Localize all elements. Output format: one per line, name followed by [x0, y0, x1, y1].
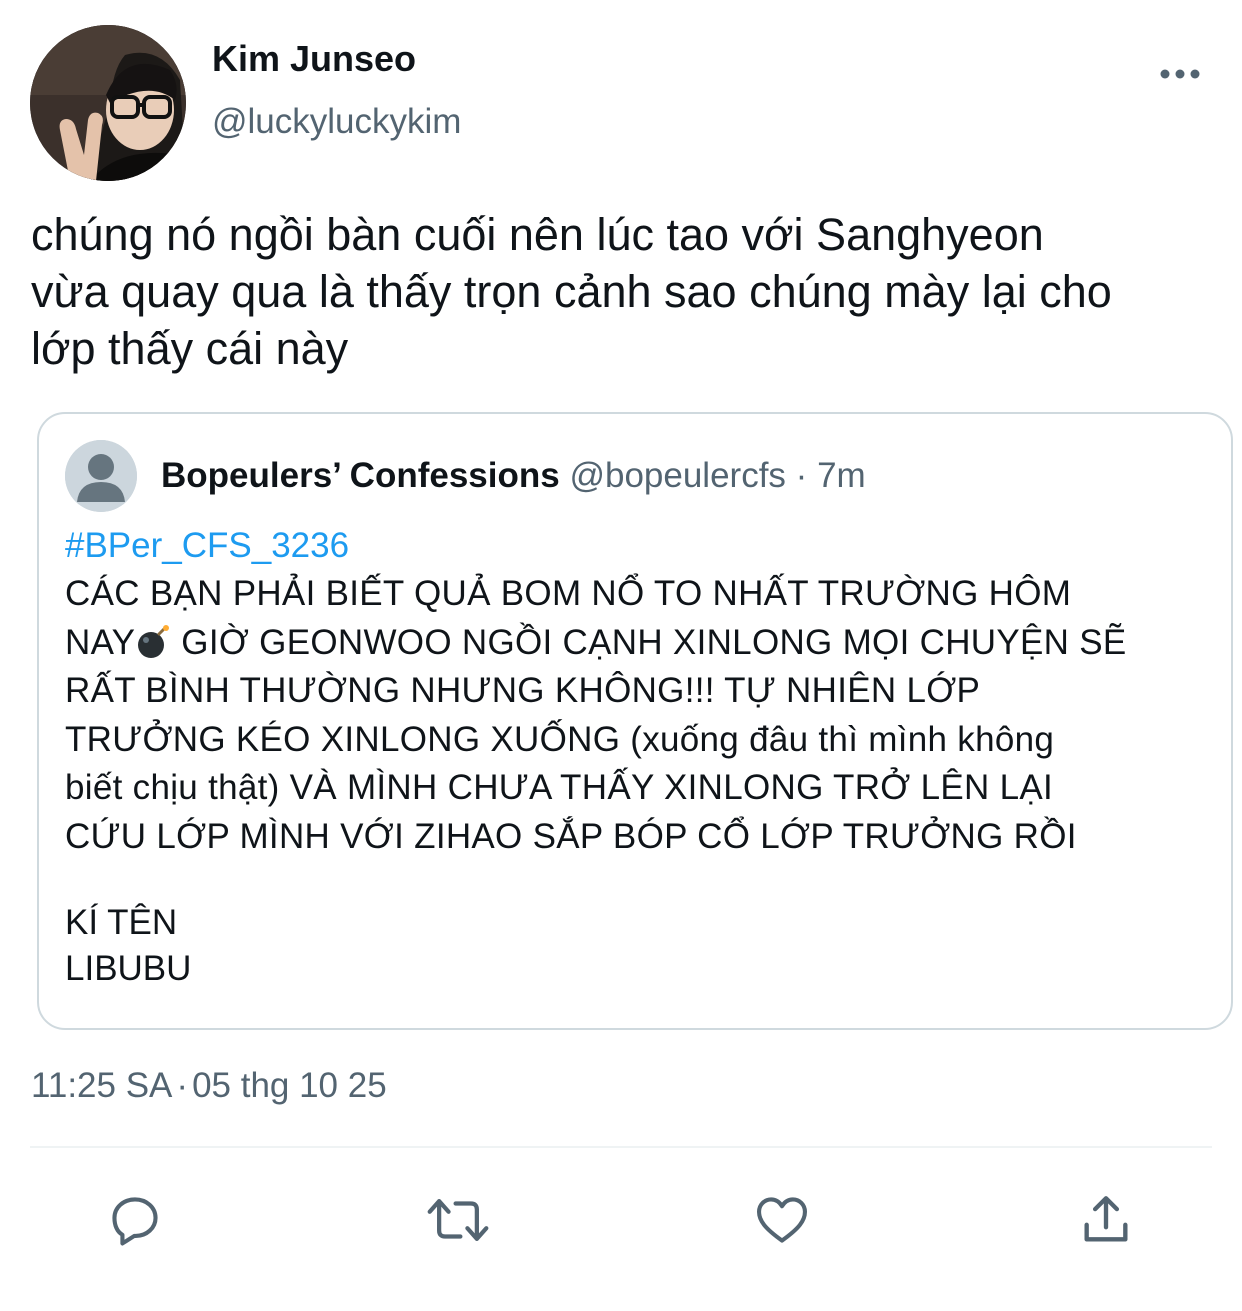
- tweet-timestamp[interactable]: 11:25 SA · 05 thg 10 25: [31, 1066, 387, 1106]
- author-avatar[interactable]: [30, 25, 186, 181]
- quoted-tweet-line: CÁC BẠN PHẢI BIẾT QUẢ BOM NỔ TO NHẤT TRƯ…: [65, 574, 1072, 613]
- quoted-tweet-body: CÁC BẠN PHẢI BIẾT QUẢ BOM NỔ TO NHẤT TRƯ…: [65, 570, 1205, 861]
- reply-icon: [112, 1197, 158, 1246]
- reply-button[interactable]: [100, 1185, 170, 1255]
- share-button[interactable]: [1071, 1185, 1141, 1255]
- divider: [30, 1146, 1212, 1148]
- timestamp-time: 11:25 SA: [31, 1066, 173, 1105]
- retweet-button[interactable]: [423, 1185, 493, 1255]
- quoted-tweet-text-segment: NAY: [65, 622, 136, 662]
- quoted-author-name[interactable]: Bopeulers’ Confessions: [161, 456, 560, 495]
- signature-name: LIBUBU: [65, 949, 192, 988]
- more-button[interactable]: [1150, 52, 1210, 96]
- heart-icon: [756, 1197, 808, 1243]
- quoted-tweet-line: RẤT BÌNH THƯỜNG NHƯNG KHÔNG!!! TỰ NHIÊN …: [65, 671, 981, 710]
- default-avatar-icon: [65, 440, 137, 512]
- tweet-text: chúng nó ngồi bàn cuối nên lúc tao với S…: [31, 209, 1112, 374]
- quoted-tweet-line: NAY GIỜ GEONWOO NGỒI CẠNH XINLONG MỌI CH…: [65, 619, 1205, 668]
- quoted-header-separator: ·: [795, 456, 808, 495]
- timestamp-separator: ·: [176, 1066, 189, 1105]
- quoted-tweet-time[interactable]: 7m: [817, 456, 866, 495]
- quoted-author-avatar[interactable]: [65, 440, 137, 512]
- retweet-icon: [427, 1199, 489, 1241]
- quoted-tweet-card[interactable]: Bopeulers’ Confessions @bopeulercfs · 7m…: [37, 412, 1233, 1030]
- more-horizontal-icon: [1160, 69, 1200, 79]
- quoted-tweet-hashtag[interactable]: #BPer_CFS_3236: [65, 526, 349, 566]
- share-icon: [1084, 1196, 1128, 1242]
- quoted-tweet-line: TRƯỞNG KÉO XINLONG XUỐNG (xuống đâu thì …: [65, 719, 1055, 759]
- quoted-tweet-text-segment: GIỜ GEONWOO NGỒI CẠNH XINLONG MỌI CHUYỆN…: [171, 622, 1127, 662]
- quoted-author-handle[interactable]: @bopeulercfs: [569, 456, 785, 495]
- quoted-tweet-header: Bopeulers’ Confessions @bopeulercfs · 7m: [161, 456, 866, 496]
- author-handle[interactable]: @luckyluckykim: [212, 102, 461, 142]
- author-display-name[interactable]: Kim Junseo: [212, 38, 416, 80]
- quoted-tweet-line: CỨU LỚP MÌNH VỚI ZIHAO SẮP BÓP CỔ LỚP TR…: [65, 816, 1077, 856]
- like-button[interactable]: [747, 1185, 817, 1255]
- signature-label: KÍ TÊN: [65, 903, 178, 942]
- bomb-emoji-icon: [138, 624, 170, 658]
- quoted-tweet-line: biết chịu thật) VÀ MÌNH CHƯA THẤY XINLON…: [65, 768, 1054, 807]
- quoted-tweet-signature: KÍ TÊN LIBUBU: [65, 900, 191, 992]
- timestamp-date: 05 thg 10 25: [192, 1066, 387, 1105]
